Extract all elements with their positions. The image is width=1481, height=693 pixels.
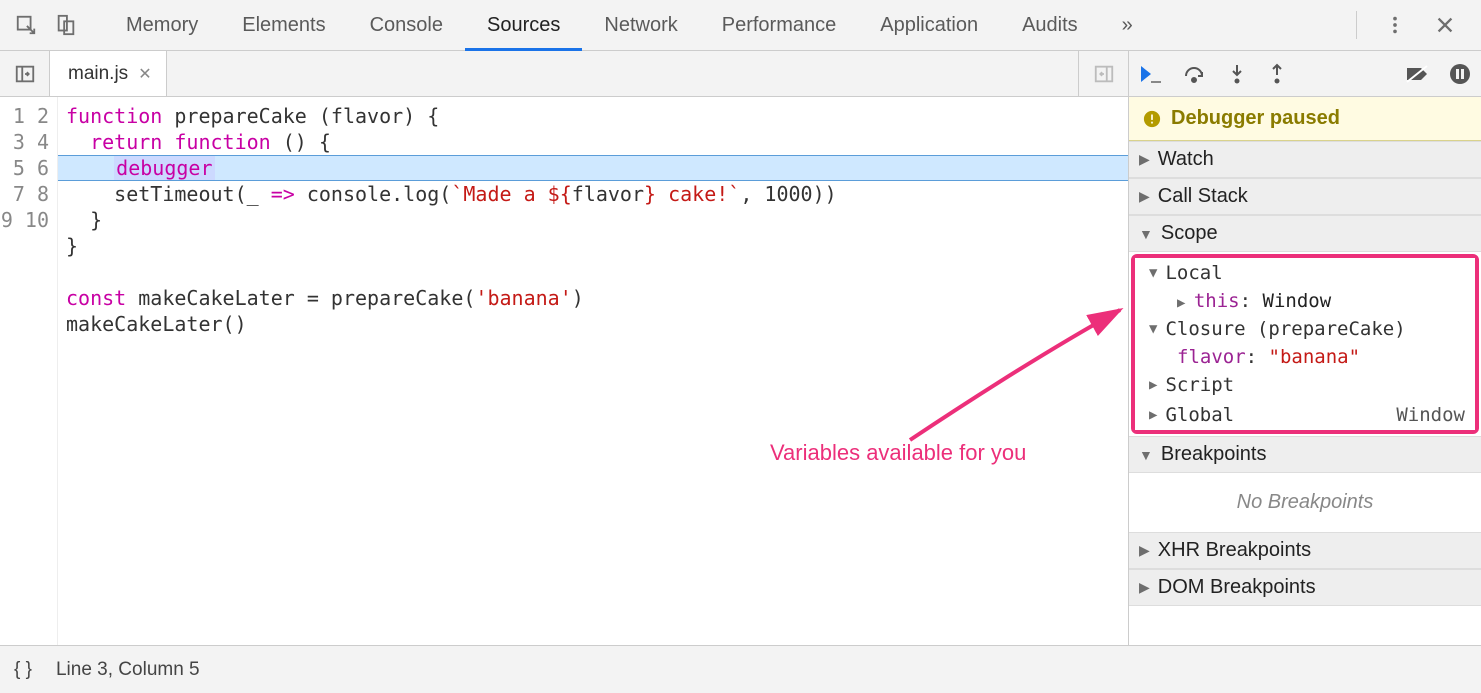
tab-elements[interactable]: Elements: [220, 0, 347, 50]
debugger-status-label: Debugger paused: [1171, 107, 1340, 130]
xhr-breakpoints-pane[interactable]: ▶ XHR Breakpoints: [1129, 532, 1481, 569]
debugger-status: Debugger paused: [1129, 97, 1481, 141]
pause-on-exceptions-icon[interactable]: [1449, 63, 1471, 85]
navigator-toggle-icon[interactable]: [0, 51, 50, 96]
chevron-down-icon: ▼: [1139, 226, 1153, 242]
chevron-right-icon: ▶: [1149, 407, 1157, 423]
deactivate-breakpoints-icon[interactable]: [1405, 64, 1429, 84]
code-editor[interactable]: 1 2 3 4 5 6 7 8 9 10 function prepareCak…: [0, 97, 1128, 645]
breakpoints-pane[interactable]: ▼ Breakpoints: [1129, 436, 1481, 473]
close-devtools-icon[interactable]: [1425, 14, 1465, 36]
cursor-position: Line 3, Column 5: [56, 659, 200, 681]
tab-network[interactable]: Network: [582, 0, 699, 50]
devtools-tabs: Memory Elements Console Sources Network …: [104, 0, 1348, 50]
inspect-element-icon[interactable]: [6, 14, 46, 36]
tab-application[interactable]: Application: [858, 0, 1000, 50]
coverage-toggle-icon[interactable]: [1078, 51, 1128, 96]
code-content: function prepareCake (flavor) { return f…: [58, 97, 1128, 645]
chevron-down-icon: ▼: [1139, 447, 1153, 463]
callstack-pane[interactable]: ▶ Call Stack: [1129, 178, 1481, 215]
scope-closure[interactable]: ▼ Closure (prepareCake): [1135, 314, 1475, 344]
debugger-sidebar: Debugger paused ▶ Watch ▶ Call Stack ▼ S…: [1129, 51, 1481, 645]
scope-local[interactable]: ▼ Local: [1135, 258, 1475, 288]
pretty-print-icon[interactable]: { }: [14, 659, 32, 681]
chevron-right-icon: ▶: [1149, 377, 1157, 393]
watch-pane[interactable]: ▶ Watch: [1129, 141, 1481, 178]
chevron-right-icon: ▶: [1139, 542, 1150, 559]
close-tab-icon[interactable]: ✕: [138, 64, 151, 84]
chevron-down-icon: ▼: [1149, 265, 1157, 281]
file-tab-label: main.js: [68, 63, 128, 85]
tab-performance[interactable]: Performance: [700, 0, 859, 50]
resume-icon[interactable]: [1139, 64, 1163, 84]
dom-breakpoints-pane[interactable]: ▶ DOM Breakpoints: [1129, 569, 1481, 606]
device-toggle-icon[interactable]: [46, 14, 86, 36]
tab-memory[interactable]: Memory: [104, 0, 220, 50]
tab-sources[interactable]: Sources: [465, 0, 582, 50]
chevron-right-icon: ▶: [1139, 188, 1150, 205]
step-into-icon[interactable]: [1227, 63, 1247, 85]
tab-console[interactable]: Console: [348, 0, 465, 50]
chevron-right-icon: ▶: [1139, 579, 1150, 596]
kebab-menu-icon[interactable]: [1375, 14, 1415, 36]
chevron-right-icon: ▶: [1177, 295, 1194, 311]
tab-audits[interactable]: Audits: [1000, 0, 1100, 50]
chevron-right-icon: ▶: [1139, 151, 1150, 168]
line-gutter: 1 2 3 4 5 6 7 8 9 10: [0, 97, 58, 645]
scope-pane[interactable]: ▼ Scope: [1129, 215, 1481, 252]
scope-script[interactable]: ▶ Script: [1135, 370, 1475, 400]
step-out-icon[interactable]: [1267, 63, 1287, 85]
step-over-icon[interactable]: [1183, 64, 1207, 84]
scope-closure-flavor[interactable]: flavor: "banana": [1135, 344, 1475, 370]
no-breakpoints-label: No Breakpoints: [1129, 473, 1481, 532]
file-tab-main-js[interactable]: main.js ✕: [50, 51, 167, 96]
scope-contents: ▼ Local ▶ this: Window ▼ Closure (prepar…: [1131, 254, 1479, 434]
tabs-overflow-icon[interactable]: »: [1100, 0, 1155, 50]
chevron-down-icon: ▼: [1149, 321, 1157, 337]
scope-local-this[interactable]: ▶ this: Window: [1135, 288, 1475, 314]
scope-global[interactable]: ▶ Global Window: [1135, 400, 1475, 430]
